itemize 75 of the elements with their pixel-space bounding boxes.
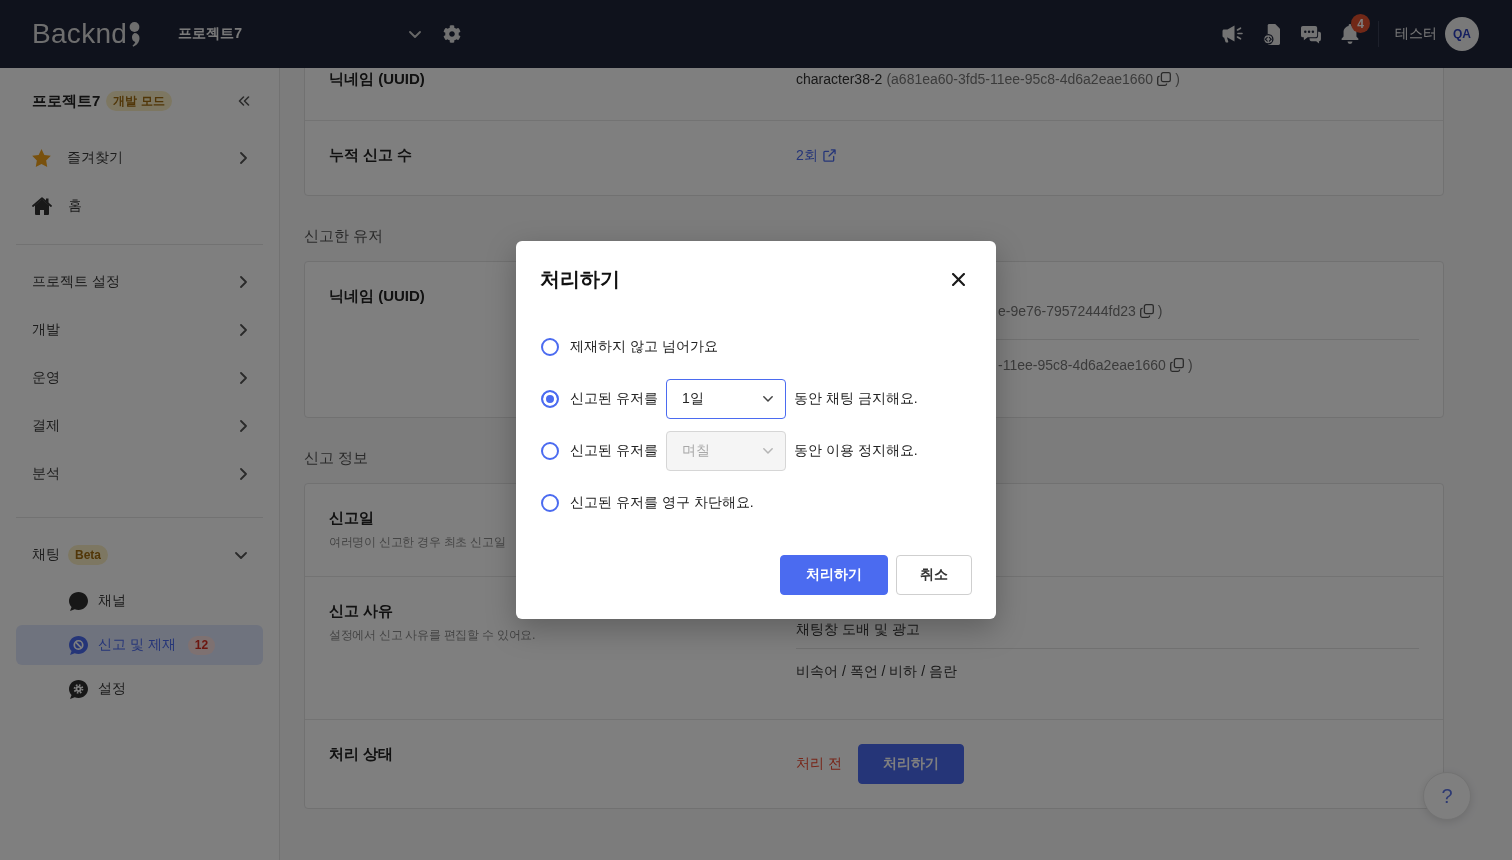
row-label: 닉네임 (UUID) (329, 69, 425, 89)
blocked-chat-icon (69, 635, 88, 655)
star-icon (32, 149, 51, 167)
close-icon[interactable] (952, 273, 965, 286)
option-label: 동안 이용 정지해요. (793, 442, 918, 460)
nav-item[interactable]: 운영 (16, 354, 263, 402)
cancel-button[interactable]: 취소 (896, 555, 972, 595)
project-selector[interactable]: 프로젝트7 (178, 17, 422, 51)
code-document-icon[interactable] (1263, 23, 1280, 45)
count-badge: 12 (187, 635, 216, 655)
parenthesis-text: ) (1187, 356, 1193, 375)
option-label: 제재하지 않고 넘어가요 (570, 338, 718, 356)
home-icon (32, 197, 52, 215)
project-title: 프로젝트7 (32, 91, 101, 111)
radio-button[interactable] (541, 338, 559, 356)
logo-mark-icon (129, 21, 141, 47)
status-text: 처리 전 (796, 755, 842, 773)
copy-icon[interactable] (1169, 358, 1184, 372)
nav-item[interactable]: 신고 및 제재 12 (16, 625, 263, 665)
chevron-right-icon (240, 152, 247, 164)
dialog-title: 처리하기 (540, 267, 620, 292)
radio-button[interactable] (541, 442, 559, 460)
nickname-text: character38-2 (796, 70, 883, 89)
mode-badge: 개발 모드 (106, 91, 172, 111)
nav-item[interactable]: 홈 (16, 182, 263, 230)
reason-text: 비속어 / 폭언 / 비하 / 음란 (796, 662, 957, 680)
nav-group[interactable]: 채팅 Beta (16, 531, 263, 579)
copy-icon[interactable] (1139, 304, 1154, 318)
duration-select[interactable]: 1일 (665, 379, 786, 419)
nav-item[interactable]: 분석 (16, 450, 263, 498)
parenthesis-text: ) (1175, 70, 1180, 89)
nav-item[interactable]: 즐겨찾기 (16, 134, 263, 182)
row-label: 누적 신고 수 (329, 145, 413, 165)
radio-button[interactable] (541, 390, 559, 408)
uuid-text: (a681ea60-3fd5-11ee-95c8-4d6a2eae1660 (886, 70, 1154, 89)
user-name[interactable]: 테스터 (1395, 25, 1437, 43)
nav-item[interactable]: 개발 (16, 306, 263, 354)
nav-item[interactable]: 설정 (16, 669, 263, 709)
nav-item[interactable]: 채널 (16, 581, 263, 621)
parenthesis-text: ) (1157, 302, 1163, 321)
process-button[interactable]: 처리하기 (857, 744, 964, 784)
option-label: 신고된 유저를 (570, 442, 658, 460)
report-count-link[interactable]: 2회 (796, 145, 836, 165)
radio-button[interactable] (541, 494, 559, 512)
reason-text: 채팅창 도배 및 광고 (796, 620, 920, 638)
nav-item[interactable]: 결제 (16, 402, 263, 450)
caret-icon (762, 396, 773, 402)
chat-bubble-icon (69, 591, 88, 611)
collapse-icon[interactable] (238, 96, 250, 106)
section-title: 신고한 유저 (304, 226, 384, 246)
row-label: 처리 상태 (329, 744, 394, 764)
confirm-button[interactable]: 처리하기 (780, 555, 888, 595)
notification-badge: 4 (1351, 14, 1370, 33)
logo-text: Backnd (32, 18, 128, 50)
help-button[interactable]: ? (1423, 772, 1471, 820)
caret-icon (762, 448, 773, 454)
option-label: 신고된 유저를 (570, 390, 658, 408)
nav-item[interactable]: 프로젝트 설정 (16, 258, 263, 306)
uuid-text: -11ee-95c8-4d6a2eae1660 (998, 356, 1166, 375)
row-label: 신고 사유 (329, 601, 394, 621)
beta-badge: Beta (68, 545, 108, 565)
option-label: 신고된 유저를 영구 차단해요. (570, 494, 754, 512)
uuid-text: e-9e76-79572444fd23 (998, 302, 1136, 321)
settings-icon[interactable] (443, 25, 462, 43)
row-label: 닉네임 (UUID) (329, 286, 425, 306)
chat-bubbles-icon[interactable] (1300, 24, 1321, 44)
caret-icon (409, 30, 422, 38)
row-label: 신고일 (329, 508, 374, 528)
megaphone-icon[interactable] (1222, 25, 1243, 43)
copy-icon[interactable] (1157, 72, 1172, 86)
option-label: 동안 채팅 금지해요. (793, 390, 918, 408)
chat-gear-icon (69, 679, 88, 699)
section-title: 신고 정보 (304, 448, 369, 468)
user-avatar[interactable]: QA (1445, 17, 1479, 51)
external-link-icon (822, 148, 836, 162)
